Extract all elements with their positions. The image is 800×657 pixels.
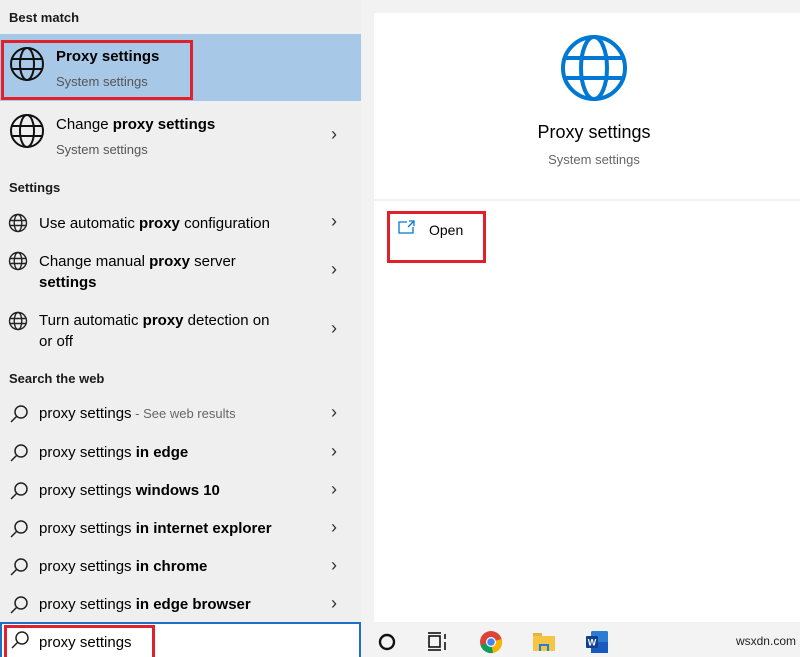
search-icon <box>10 558 28 576</box>
actions-card: Open <box>374 201 800 622</box>
globe-icon <box>561 35 627 101</box>
chevron-right-icon: › <box>331 259 337 279</box>
globe-icon <box>8 213 28 233</box>
task-view-icon[interactable] <box>425 630 449 654</box>
annotation-box <box>387 211 486 263</box>
annotation-box <box>1 40 193 100</box>
chevron-right-icon: › <box>331 211 337 231</box>
chevron-right-icon: › <box>331 318 337 338</box>
globe-icon <box>10 114 44 148</box>
globe-icon <box>8 311 28 331</box>
item-title: Change proxy settings <box>56 116 216 133</box>
item-label: Change manual proxy server settings <box>39 253 236 291</box>
detail-card: Proxy settings System settings <box>374 13 800 199</box>
settings-header: Settings <box>9 180 61 195</box>
watermark: wsxdn.com <box>735 634 796 648</box>
detail-pane: Proxy settings System settings Open <box>374 13 800 622</box>
search-icon <box>10 520 28 538</box>
best-match-header: Best match <box>9 10 80 25</box>
taskbar: W wsxdn.com <box>361 622 800 657</box>
chevron-right-icon: › <box>331 124 337 144</box>
search-web-header: Search the web <box>9 371 105 386</box>
web-search-item[interactable]: proxy settings in edge browser › <box>0 589 361 621</box>
chevron-right-icon: › <box>331 479 337 499</box>
settings-item[interactable]: Use automatic proxy configuration › <box>0 208 361 238</box>
item-label: proxy settings in internet explorer <box>39 520 272 537</box>
detail-subtitle: System settings <box>548 152 640 167</box>
svg-text:W: W <box>588 638 597 648</box>
search-icon <box>10 444 28 462</box>
item-label: proxy settings - See web results <box>39 405 236 422</box>
chevron-right-icon: › <box>331 517 337 537</box>
item-label: proxy settings in edge <box>39 444 189 461</box>
item-label: proxy settings windows 10 <box>39 482 220 499</box>
chevron-right-icon: › <box>331 555 337 575</box>
detail-title: Proxy settings <box>537 122 651 142</box>
chrome-icon[interactable] <box>479 630 503 654</box>
search-icon <box>10 482 28 500</box>
web-search-item[interactable]: proxy settings in chrome › <box>0 551 361 583</box>
chevron-right-icon: › <box>331 402 337 422</box>
item-label: proxy settings in edge browser <box>39 596 251 613</box>
globe-icon <box>8 251 28 271</box>
settings-item[interactable]: Change manual proxy server settings › <box>0 248 361 296</box>
web-search-item[interactable]: proxy settings in edge › <box>0 437 361 469</box>
word-icon[interactable]: W <box>585 630 609 654</box>
item-subtitle: System settings <box>56 142 148 157</box>
search-icon <box>10 405 28 423</box>
search-box[interactable]: proxy settings <box>0 622 361 657</box>
cortana-icon[interactable] <box>375 630 399 654</box>
item-label: proxy settings in chrome <box>39 558 208 575</box>
search-icon <box>10 596 28 614</box>
change-proxy-settings-item[interactable]: Change proxy settings System settings › <box>0 104 361 168</box>
item-label: Use automatic proxy configuration <box>39 215 270 232</box>
chevron-right-icon: › <box>331 593 337 613</box>
settings-item[interactable]: Turn automatic proxy detection on or off … <box>0 307 361 355</box>
chevron-right-icon: › <box>331 441 337 461</box>
windows-search-panel: Best match Proxy settings System setting… <box>0 0 800 657</box>
item-label: Turn automatic proxy detection on or off <box>39 312 270 350</box>
results-pane: Best match Proxy settings System setting… <box>0 0 361 622</box>
web-search-item[interactable]: proxy settings - See web results › <box>0 398 361 430</box>
annotation-box <box>4 625 155 657</box>
file-explorer-icon[interactable] <box>532 630 556 654</box>
web-search-item[interactable]: proxy settings in internet explorer › <box>0 513 361 545</box>
web-search-item[interactable]: proxy settings windows 10 › <box>0 475 361 507</box>
